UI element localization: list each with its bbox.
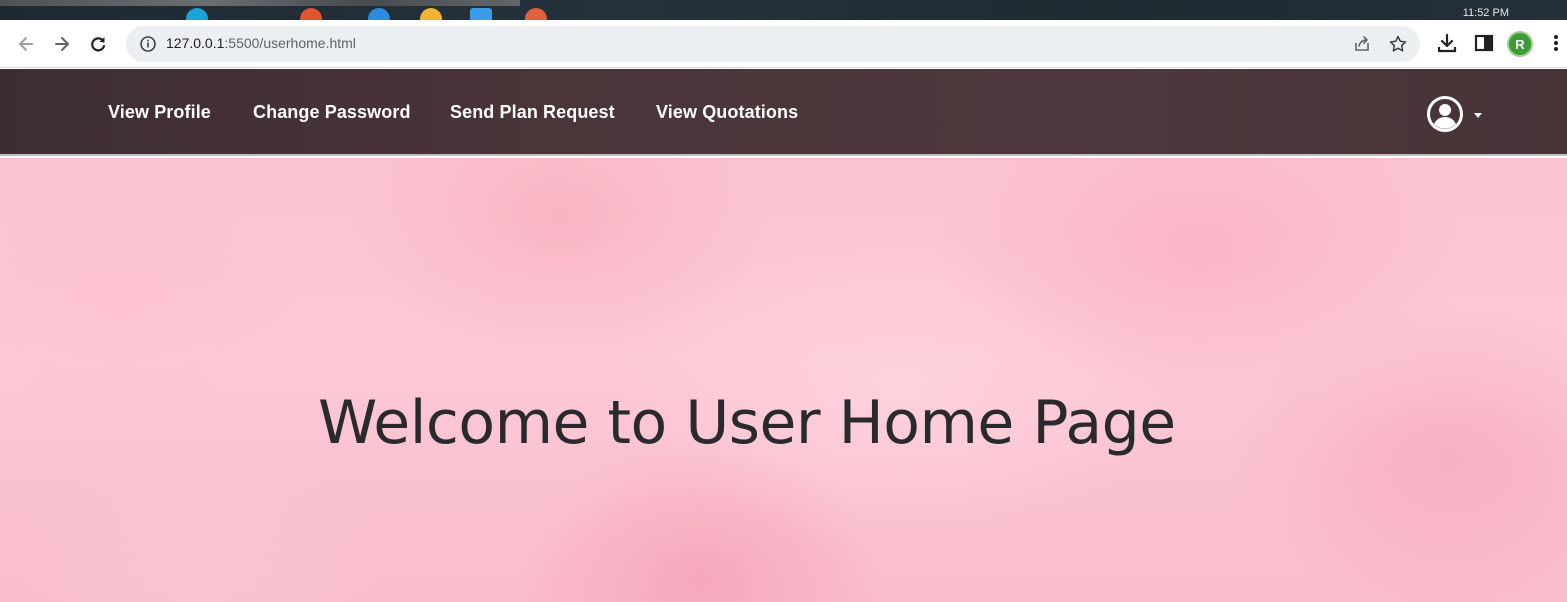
user-circle-icon — [1427, 96, 1463, 132]
taskbar-app-icon[interactable] — [186, 8, 208, 20]
share-icon[interactable] — [1352, 34, 1372, 54]
taskbar-glint — [0, 0, 520, 6]
taskbar-clock: 11:52 PM — [1462, 7, 1509, 19]
taskbar-app-icon[interactable] — [420, 8, 442, 20]
back-button[interactable] — [12, 30, 40, 58]
address-bar[interactable]: 127.0.0.1:5500/userhome.html — [126, 26, 1420, 62]
star-icon[interactable] — [1388, 34, 1408, 54]
taskbar-app-icon[interactable] — [368, 8, 390, 20]
nav-link-view-quotations[interactable]: View Quotations — [656, 102, 798, 123]
browser-toolbar: 127.0.0.1:5500/userhome.html R — [0, 20, 1567, 68]
url-host: 127.0.0.1 — [166, 35, 225, 51]
profile-initial: R — [1515, 36, 1525, 52]
user-dropdown-toggle[interactable] — [1426, 95, 1486, 135]
chevron-down-icon — [1474, 113, 1482, 118]
nav-link-view-profile[interactable]: View Profile — [108, 102, 211, 123]
site-navbar: View Profile Change Password Send Plan R… — [0, 69, 1567, 156]
profile-avatar[interactable]: R — [1507, 31, 1533, 57]
page-title: Welcome to User Home Page — [318, 388, 1176, 458]
kebab-menu-icon[interactable] — [1550, 32, 1562, 54]
download-icon[interactable] — [1436, 32, 1458, 54]
back-arrow-icon — [19, 37, 33, 51]
taskbar-app-icon[interactable] — [525, 8, 547, 20]
reload-button[interactable] — [84, 30, 112, 58]
forward-arrow-icon — [55, 37, 69, 51]
nav-link-send-plan-request[interactable]: Send Plan Request — [450, 102, 615, 123]
hero-section: Welcome to User Home Page — [0, 158, 1567, 602]
reload-icon — [91, 37, 106, 52]
info-icon[interactable] — [138, 34, 158, 54]
url-path: :5500/userhome.html — [224, 35, 356, 51]
os-taskbar-strip: 11:52 PM — [0, 0, 1567, 20]
forward-button[interactable] — [48, 30, 76, 58]
web-page: View Profile Change Password Send Plan R… — [0, 69, 1567, 602]
side-panel-icon[interactable] — [1473, 32, 1495, 54]
taskbar-app-icon[interactable] — [300, 8, 322, 20]
taskbar-app-icon[interactable] — [470, 8, 492, 20]
url-text[interactable]: 127.0.0.1:5500/userhome.html — [166, 35, 356, 51]
nav-link-change-password[interactable]: Change Password — [253, 102, 411, 123]
